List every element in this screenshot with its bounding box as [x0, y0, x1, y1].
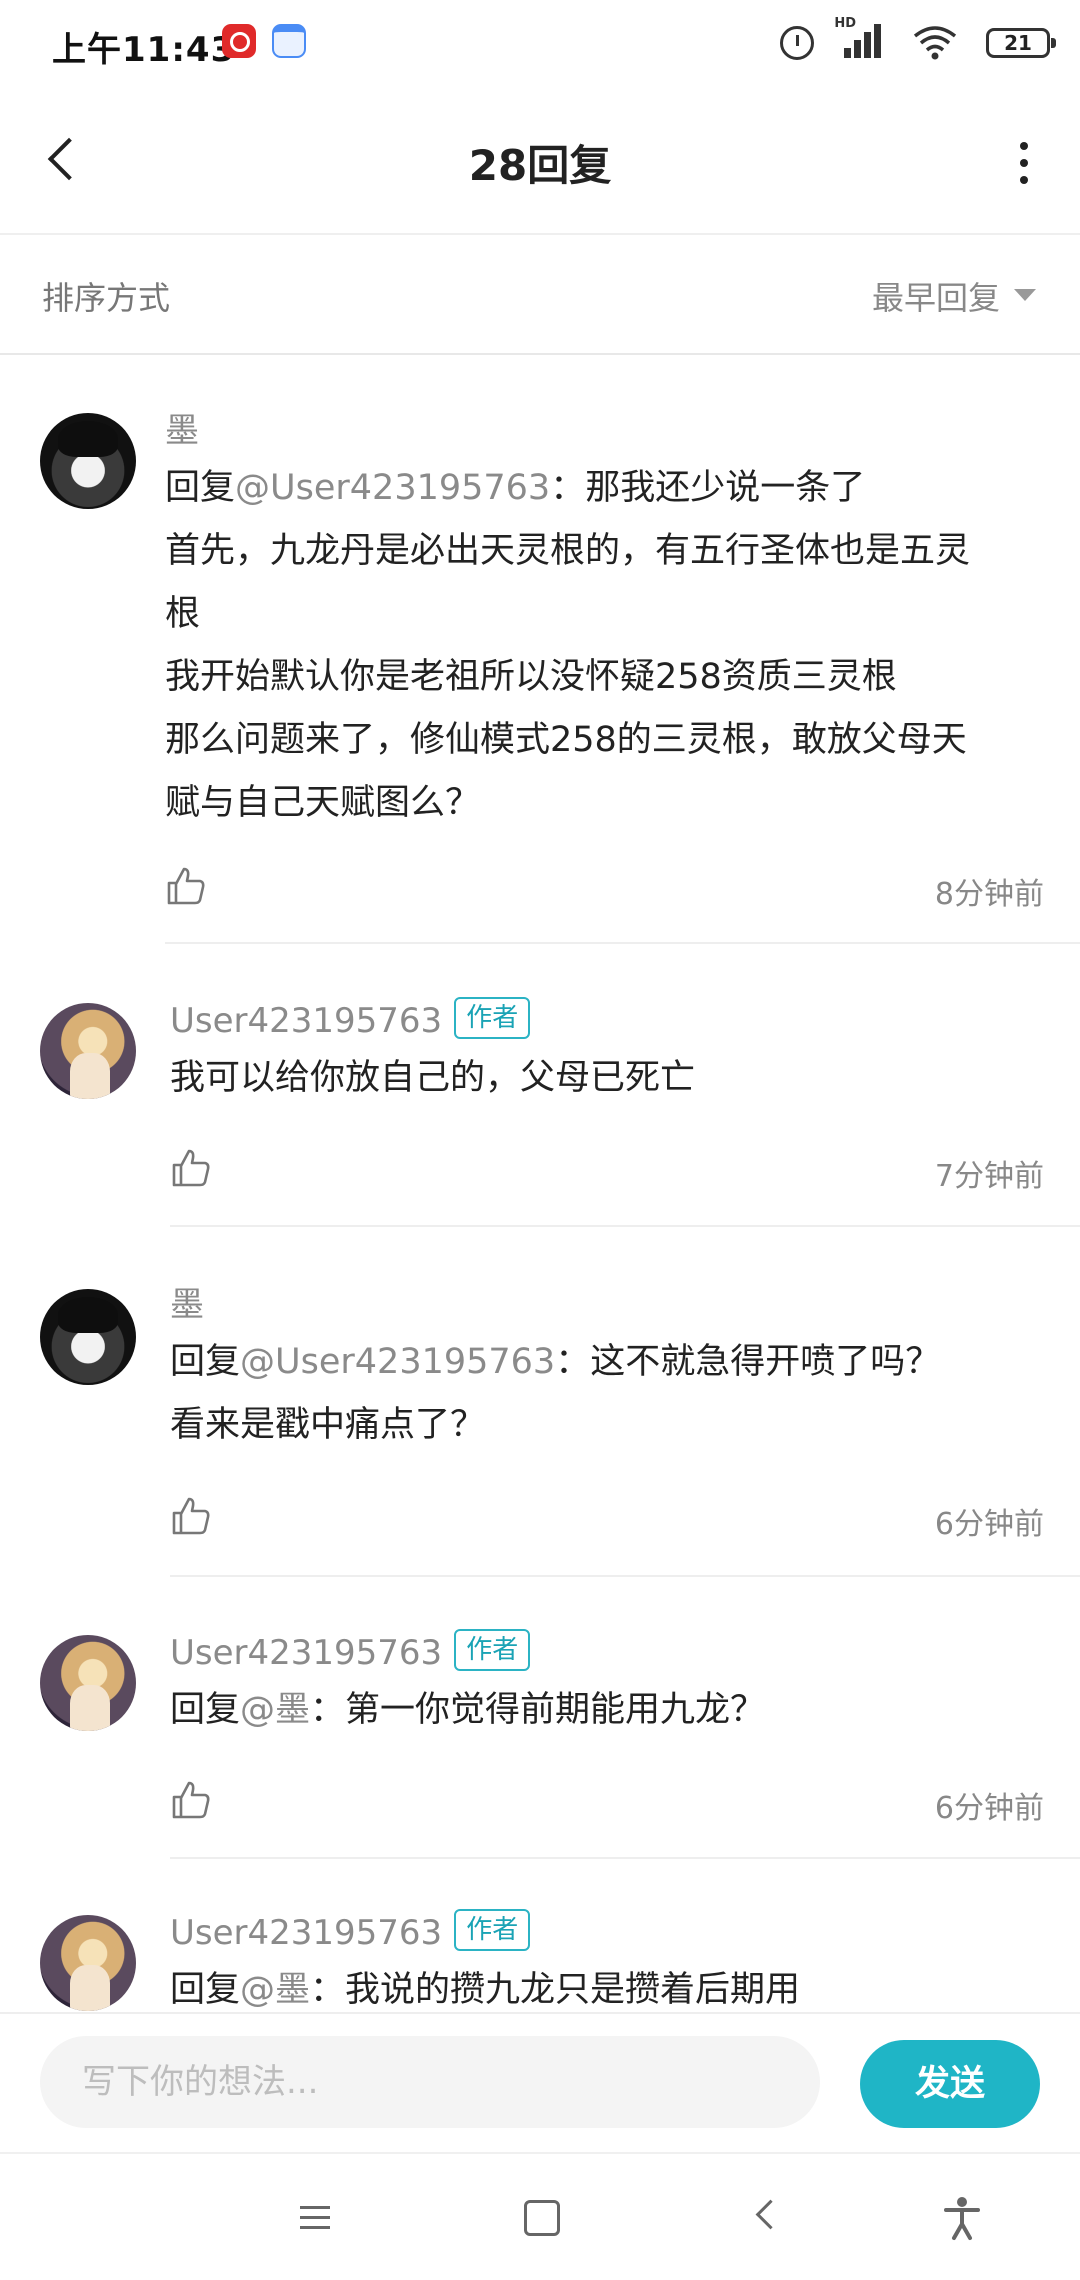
comment-line: ：这不就急得开喷了吗？ [555, 1342, 941, 1382]
comment-text: 回复@User423195763：这不就急得开喷了吗？ 看来是戳中痛点了？ [170, 1331, 1050, 1457]
comment-list: 墨 回复@User423195763：那我还少说一条了 首先，九龙丹是必出天灵根… [0, 357, 1080, 2012]
thumbs-up-icon[interactable] [165, 865, 207, 907]
status-icons: HD 21 [750, 16, 1056, 62]
author-badge: 作者 [454, 1629, 531, 1671]
signal-icon [840, 22, 884, 58]
reply-prefix: 回复 [170, 1970, 241, 2010]
home-icon[interactable] [520, 2194, 568, 2242]
status-time: 上午11:43 [52, 30, 236, 70]
comment-line: 首先，九龙丹是必出天灵根的，有五行圣体也是五灵 [165, 531, 971, 571]
author-badge: 作者 [454, 997, 531, 1039]
alarm-icon [780, 26, 814, 60]
page-title: 28回复 [468, 141, 612, 190]
send-button[interactable]: 发送 [860, 2040, 1040, 2128]
reply-prefix: 回复 [170, 1342, 241, 1382]
avatar[interactable] [40, 1289, 136, 1385]
status-bar: 上午11:43 HD 21 [0, 0, 1080, 90]
mention-link[interactable]: @墨 [240, 1690, 310, 1730]
comment-username[interactable]: User423195763 [170, 1001, 442, 1041]
sort-dropdown[interactable]: 最早回复 [872, 273, 1000, 319]
comment-time: 6分钟前 [934, 1791, 1044, 1826]
comment-line: 那么问题来了，修仙模式258的三灵根，敢放父母天 [165, 720, 967, 760]
comment-text: 我可以给你放自己的，父母已死亡 [170, 1047, 1050, 1110]
wifi-icon [913, 26, 957, 60]
comment-username[interactable]: 墨 [170, 1279, 1050, 1331]
comment-line: 我开始默认你是老祖所以没怀疑258资质三灵根 [165, 657, 897, 697]
comment-time: 6分钟前 [934, 1507, 1044, 1542]
avatar[interactable] [40, 1635, 136, 1731]
comment-username[interactable]: User423195763 [170, 1633, 442, 1673]
divider [165, 942, 1080, 944]
comment-line: 看来是戳中痛点了？ [170, 1405, 486, 1445]
system-nav-bar [0, 2152, 1080, 2280]
comment-time: 7分钟前 [934, 1159, 1044, 1194]
comment-text: 回复@User423195763：那我还少说一条了 首先，九龙丹是必出天灵根的，… [165, 457, 1050, 835]
divider [170, 1575, 1080, 1577]
comment-text: 回复@墨：第一你觉得前期能用九龙？ [170, 1679, 1050, 1742]
sort-label: 排序方式 [42, 279, 171, 317]
comment-line: ：那我还少说一条了 [550, 468, 866, 508]
recent-apps-icon[interactable] [294, 2194, 342, 2242]
reply-input[interactable] [40, 2036, 820, 2128]
comment-username[interactable]: User423195763 [170, 1913, 442, 1953]
comment-line: 我可以给你放自己的，父母已死亡 [170, 1058, 696, 1098]
avatar[interactable] [40, 413, 136, 509]
comment-line: ：第一你觉得前期能用九龙？ [310, 1690, 766, 1730]
more-options-button[interactable] [1018, 138, 1030, 188]
mention-link[interactable]: @墨 [240, 1970, 310, 2010]
divider [170, 1225, 1080, 1227]
mention-link[interactable]: @User423195763 [240, 1342, 555, 1382]
author-badge: 作者 [454, 1909, 531, 1951]
netease-music-icon [222, 24, 256, 58]
avatar[interactable] [40, 1915, 136, 2011]
battery-icon: 21 [986, 28, 1056, 58]
nav-back-icon[interactable] [746, 2194, 794, 2242]
comment-time: 8分钟前 [934, 877, 1044, 912]
reply-prefix: 回复 [170, 1690, 241, 1730]
mention-link[interactable]: @User423195763 [235, 468, 550, 508]
thumbs-up-icon[interactable] [170, 1147, 212, 1189]
comment-text: 回复@墨：我说的攒九龙只是攒着后期用 [170, 1959, 1050, 2012]
comment-line: 根 [165, 594, 201, 634]
accessibility-icon[interactable] [938, 2194, 986, 2242]
thumbs-up-icon[interactable] [170, 1779, 212, 1821]
comment-username[interactable]: 墨 [165, 405, 1050, 457]
sort-bar: 排序方式 最早回复 [0, 237, 1080, 355]
caret-down-icon[interactable] [1014, 289, 1036, 301]
comment-line: ：我说的攒九龙只是攒着后期用 [310, 1970, 801, 2010]
header: 28回复 [0, 90, 1080, 235]
reply-input-bar: 发送 [0, 2012, 1080, 2152]
divider [170, 1857, 1080, 1859]
thumbs-up-icon[interactable] [170, 1495, 212, 1537]
reply-prefix: 回复 [165, 468, 236, 508]
calendar-icon [272, 24, 306, 58]
avatar[interactable] [40, 1003, 136, 1099]
comment-line: 赋与自己天赋图么？ [165, 783, 481, 823]
